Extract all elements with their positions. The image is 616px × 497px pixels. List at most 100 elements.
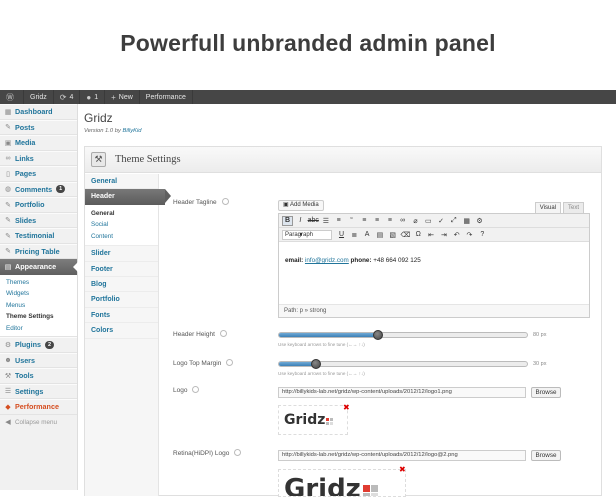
align-center-icon[interactable]: ≡ (372, 217, 383, 224)
menu-pages[interactable]: ▯ Pages (0, 166, 77, 182)
menu-posts[interactable]: ✎ Posts (0, 119, 77, 135)
bullet-list-icon[interactable]: ☰ (320, 217, 331, 225)
logo-browse-button[interactable]: Browse (531, 387, 561, 398)
collapse-menu-button[interactable]: ◀ Collapse menu (0, 415, 77, 431)
menu-dashboard[interactable]: ▦ Dashboard (0, 104, 77, 120)
menu-settings[interactable]: ☰ Settings (0, 383, 77, 399)
tab-text[interactable]: Text (562, 202, 584, 213)
more-tag-icon[interactable]: ▭ (423, 217, 434, 225)
wordpress-logo-button[interactable]: Ⓦ (0, 90, 24, 104)
author-link[interactable]: BillyKid (122, 128, 141, 134)
bold-icon[interactable]: B (282, 215, 293, 226)
subtab-content[interactable]: Content (91, 231, 158, 243)
underline-icon[interactable]: U (336, 231, 347, 238)
help-icon[interactable] (226, 359, 234, 366)
submenu-theme-settings[interactable]: Theme Settings (6, 311, 77, 323)
tab-slider[interactable]: Slider (85, 246, 158, 262)
slider-handle[interactable] (373, 330, 384, 340)
format-select[interactable]: Paragraph ▾ (282, 229, 332, 240)
clear-formatting-icon[interactable]: ⌫ (400, 231, 411, 239)
help-icon[interactable] (192, 386, 200, 393)
paste-word-icon[interactable]: ▧ (387, 231, 398, 239)
help-icon[interactable] (219, 330, 227, 337)
page-title: Gridz (84, 111, 113, 125)
undo-icon[interactable]: ↶ (451, 231, 462, 239)
slider-handle[interactable] (311, 359, 322, 369)
paste-text-icon[interactable]: ▤ (374, 231, 385, 239)
indent-icon[interactable]: ⇥ (438, 231, 449, 239)
tab-colors[interactable]: Colors (85, 323, 158, 339)
menu-tools[interactable]: ⚒ Tools (0, 368, 77, 384)
link-icon[interactable]: ∞ (397, 217, 408, 224)
performance-link[interactable]: Performance (140, 90, 193, 104)
spellcheck-icon[interactable]: ✓ (436, 217, 447, 225)
tab-portfolio[interactable]: Portfolio (85, 292, 158, 308)
blockquote-icon[interactable]: “ (346, 217, 357, 224)
editor-box: B I abc ☰ ≡ “ ≡ ≡ ≡ ∞ ⌀ ▭ ✓ ⤢ ▦ ⚙ Paragr… (278, 213, 590, 318)
justify-icon[interactable]: ≣ (349, 231, 360, 239)
help-icon[interactable]: ? (477, 231, 488, 238)
align-right-icon[interactable]: ≡ (384, 217, 395, 224)
tab-visual[interactable]: Visual (534, 202, 561, 213)
retina-logo-browse-button[interactable]: Browse (531, 450, 561, 461)
menu-slides[interactable]: ✎ Slides (0, 212, 77, 228)
theme-settings-icon: ⚒ (91, 152, 106, 167)
menu-plugins[interactable]: ⚙ Plugins 2 (0, 337, 77, 353)
menu-comments[interactable]: ◍ Comments 1 (0, 181, 77, 197)
site-name-link[interactable]: Gridz (24, 90, 54, 104)
tab-blog[interactable]: Blog (85, 277, 158, 293)
tab-fonts[interactable]: Fonts (85, 308, 158, 324)
redo-icon[interactable]: ↷ (464, 231, 475, 239)
text-color-icon[interactable]: A (362, 231, 373, 238)
strikethrough-icon[interactable]: abc (308, 217, 319, 224)
help-icon[interactable] (221, 198, 229, 205)
retina-logo-url-input[interactable]: http://billykids-lab.net/gridz/wp-conten… (278, 450, 526, 461)
tab-footer[interactable]: Footer (85, 262, 158, 278)
admin-sidebar: ▦ Dashboard ✎ Posts ▣ Media ∞ Links ▯ Pages ◍… (0, 104, 78, 490)
menu-performance[interactable]: ◆ Performance (0, 399, 77, 415)
retina-logo-image: Gridz (284, 474, 379, 496)
tab-general[interactable]: General (85, 174, 158, 190)
main-content: Gridz Version 1.0 by BillyKid ⚒ Theme Se… (84, 104, 616, 497)
kitchen-sink-icon[interactable]: ▦ (461, 217, 472, 225)
fullscreen-icon[interactable]: ⤢ (448, 217, 459, 225)
new-content-link[interactable]: + New (105, 90, 140, 104)
special-char-icon[interactable]: Ω (413, 231, 424, 238)
outdent-icon[interactable]: ⇤ (426, 231, 437, 239)
shortcode-icon[interactable]: ⚙ (474, 217, 485, 225)
refresh-icon: ⟳ (59, 92, 67, 102)
numbered-list-icon[interactable]: ≡ (333, 217, 344, 224)
menu-appearance[interactable]: ▤ Appearance (0, 259, 78, 275)
settings-tabs: General Header General Social Content Sl… (85, 174, 171, 496)
subtab-general[interactable]: General (91, 208, 158, 220)
help-icon[interactable] (234, 449, 242, 456)
tab-header[interactable]: Header (85, 189, 171, 205)
editor-content[interactable]: email: info@gridz.com phone: +48 664 092… (285, 257, 421, 264)
pin-icon: ✎ (5, 232, 11, 240)
menu-portfolio[interactable]: ✎ Portfolio (0, 197, 77, 213)
email-link[interactable]: info@gridz.com (305, 257, 349, 264)
unlink-icon[interactable]: ⌀ (410, 217, 421, 225)
submenu-widgets[interactable]: Widgets (6, 288, 77, 300)
logo-top-margin-label: Logo Top Margin (173, 359, 234, 367)
banner-title: Powerfull unbranded admin panel (120, 30, 496, 56)
remove-retina-logo-icon[interactable]: ✖ (399, 465, 406, 474)
align-left-icon[interactable]: ≡ (359, 217, 370, 224)
menu-testimonial[interactable]: ✎ Testimonial (0, 228, 77, 244)
menu-pricing-table[interactable]: ✎ Pricing Table (0, 243, 77, 259)
menu-media[interactable]: ▣ Media (0, 135, 77, 151)
updates-link[interactable]: ⟳ 4 (54, 90, 81, 104)
menu-users[interactable]: ☻ Users (0, 352, 77, 368)
comments-link[interactable]: ● 1 (80, 90, 106, 104)
remove-logo-icon[interactable]: ✖ (343, 403, 350, 412)
header-height-slider[interactable] (278, 330, 528, 340)
submenu-menus[interactable]: Menus (6, 300, 77, 312)
italic-icon[interactable]: I (295, 217, 306, 224)
add-media-button[interactable]: ▣ Add Media (278, 200, 324, 211)
subtab-social[interactable]: Social (91, 219, 158, 231)
menu-links[interactable]: ∞ Links (0, 150, 77, 166)
submenu-themes[interactable]: Themes (6, 277, 77, 289)
submenu-editor[interactable]: Editor (6, 323, 77, 335)
logo-url-input[interactable]: http://billykids-lab.net/gridz/wp-conten… (278, 387, 526, 398)
logo-top-margin-slider[interactable] (278, 359, 528, 369)
